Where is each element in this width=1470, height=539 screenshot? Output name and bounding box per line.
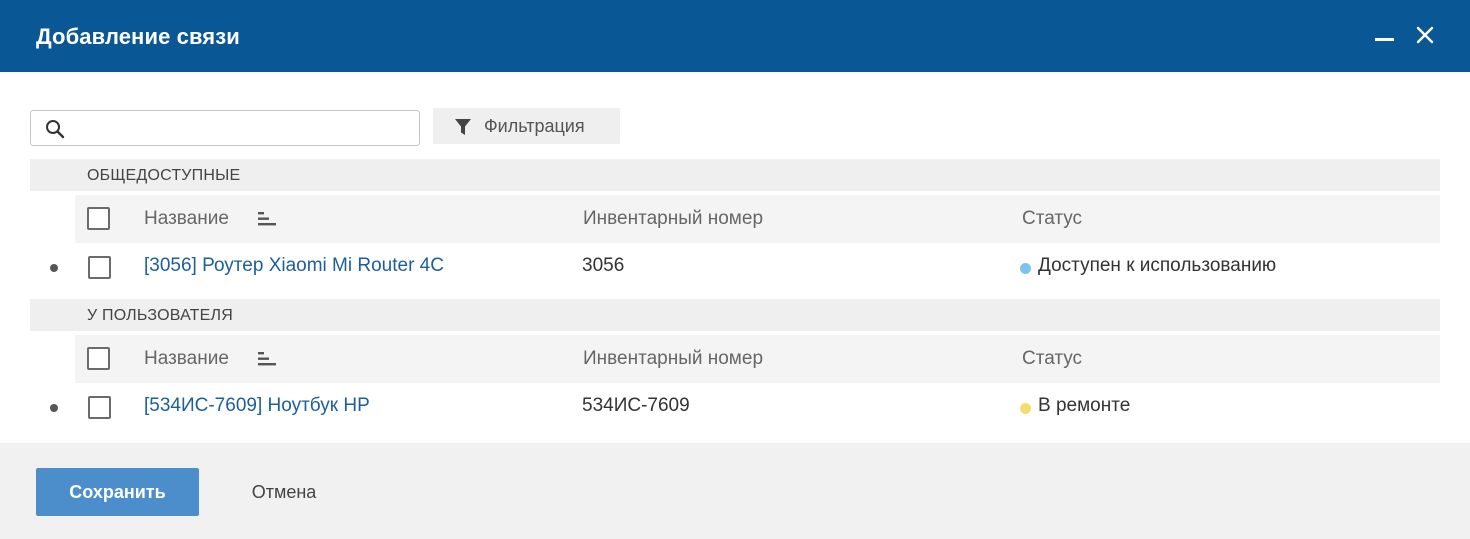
column-header-row: Название Инвентарный номер Статус: [75, 195, 1440, 243]
column-status-header[interactable]: Статус: [1022, 348, 1082, 370]
inventory-number: 3056: [582, 255, 625, 276]
table-row[interactable]: [534ИС-7609] Ноутбук HP 534ИС-7609 В рем…: [30, 383, 1440, 431]
search-input[interactable]: [75, 117, 410, 139]
minimize-icon: [1375, 38, 1394, 41]
item-link[interactable]: [534ИС-7609] Ноутбук HP: [144, 395, 370, 417]
row-bullet: [50, 404, 58, 412]
item-link[interactable]: [3056] Роутер Xiaomi Mi Router 4C: [144, 255, 444, 277]
close-button[interactable]: [1410, 20, 1440, 50]
filter-label: Фильтрация: [484, 116, 585, 136]
dialog-title: Добавление связи: [36, 24, 240, 49]
funnel-icon: [455, 119, 471, 135]
dialog-header: Добавление связи: [0, 0, 1470, 72]
group-title: ОБЩЕДОСТУПНЫЕ: [87, 167, 241, 184]
group-header-public[interactable]: ОБЩЕДОСТУПНЫЕ: [30, 159, 1440, 191]
save-button[interactable]: Сохранить: [36, 468, 199, 516]
status-dot: [1020, 403, 1031, 414]
sort-icon[interactable]: [258, 351, 278, 367]
search-field[interactable]: [30, 110, 420, 146]
column-status-header[interactable]: Статус: [1022, 208, 1082, 230]
row-checkbox[interactable]: [88, 256, 111, 279]
column-inventory-header[interactable]: Инвентарный номер: [583, 208, 763, 230]
select-all-checkbox[interactable]: [87, 207, 110, 230]
row-bullet: [50, 264, 58, 272]
close-icon: [1416, 26, 1434, 44]
column-inventory-header[interactable]: Инвентарный номер: [583, 348, 763, 370]
sort-icon[interactable]: [258, 211, 278, 227]
save-button-label: Сохранить: [69, 482, 166, 502]
minimize-button[interactable]: [1370, 20, 1400, 50]
table-row[interactable]: [3056] Роутер Xiaomi Mi Router 4C 3056 Д…: [30, 243, 1440, 291]
status-text: В ремонте: [1038, 395, 1131, 416]
inventory-number: 534ИС-7609: [582, 395, 690, 416]
search-icon: [46, 120, 65, 139]
dialog-footer: Сохранить Отмена: [0, 443, 1470, 539]
column-name-header[interactable]: Название: [144, 208, 229, 230]
column-name-header[interactable]: Название: [144, 348, 229, 370]
group-header-user[interactable]: У ПОЛЬЗОВАТЕЛЯ: [30, 299, 1440, 331]
group-title: У ПОЛЬЗОВАТЕЛЯ: [87, 307, 233, 324]
status-text: Доступен к использованию: [1038, 255, 1277, 276]
status-dot: [1020, 263, 1031, 274]
cancel-button-label: Отмена: [251, 482, 317, 502]
column-header-row: Название Инвентарный номер Статус: [75, 335, 1440, 383]
select-all-checkbox[interactable]: [87, 347, 110, 370]
filter-button[interactable]: Фильтрация: [433, 108, 620, 144]
row-checkbox[interactable]: [88, 396, 111, 419]
cancel-button[interactable]: Отмена: [230, 468, 338, 516]
